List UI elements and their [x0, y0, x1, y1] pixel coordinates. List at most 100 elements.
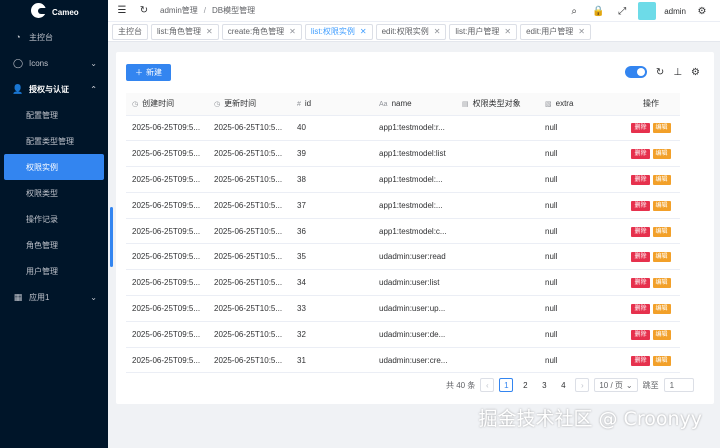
sidebar-item-auth[interactable]: 👤 授权与认证 ⌃	[0, 76, 108, 102]
table-cell: 2025-06-25T09:5...	[126, 115, 208, 142]
sidebar-sub-config-type[interactable]: 配置类型管理	[0, 128, 108, 154]
sidebar-sub-operation-log[interactable]: 操作记录	[0, 206, 108, 232]
username[interactable]: admin	[664, 7, 686, 16]
sidebar-item-app1[interactable]: ▦ 应用1 ⌄	[0, 284, 108, 310]
tab-user-edit[interactable]: edit:用户管理 ✕	[520, 23, 591, 40]
table-cell: 40	[291, 115, 373, 142]
table-row[interactable]: 2025-06-25T09:5... 2025-06-25T10:5... 36 ap…	[126, 218, 680, 245]
app-logo[interactable]: Cameo	[0, 0, 108, 24]
breadcrumb-db-model[interactable]: DB模型管理	[212, 5, 255, 16]
avatar[interactable]	[638, 2, 657, 20]
gear-icon[interactable]: ⚙	[691, 67, 700, 78]
sidebar-sub-permission-instance[interactable]: 权限实例	[4, 154, 104, 180]
edit-button[interactable]: 编辑	[652, 174, 671, 185]
tab-user-list[interactable]: list:用户管理 ✕	[449, 23, 518, 40]
sidebar-item-icons[interactable]: ◯ Icons ⌄	[0, 50, 108, 76]
sidebar-sub-config[interactable]: 配置管理	[0, 102, 108, 128]
edit-button[interactable]: 编辑	[652, 123, 671, 134]
table-cell	[456, 347, 539, 374]
column-header-permission-type[interactable]: ▤ 权限类型对象	[456, 93, 539, 116]
delete-button[interactable]: 删除	[631, 200, 650, 211]
menu-fold-icon[interactable]: ☰	[114, 3, 130, 19]
sidebar-scrollbar[interactable]	[110, 207, 113, 267]
close-icon[interactable]: ✕	[504, 27, 511, 36]
table-row[interactable]: 2025-06-25T09:5... 2025-06-25T10:5... 32 ud…	[126, 321, 680, 348]
table-cell: null	[539, 295, 622, 322]
tab-role-create[interactable]: create:角色管理 ✕	[221, 23, 302, 40]
user-icon: 👤	[12, 83, 24, 94]
table-row[interactable]: 2025-06-25T09:5... 2025-06-25T10:5... 37 ap…	[126, 192, 680, 219]
table-row[interactable]: 2025-06-25T09:5... 2025-06-25T10:5... 35 ud…	[126, 243, 680, 271]
table-row[interactable]: 2025-06-25T09:5... 2025-06-25T10:5... 33 ud…	[126, 295, 680, 322]
delete-button[interactable]: 删除	[631, 278, 650, 289]
prev-page-button[interactable]: ‹	[480, 378, 495, 392]
column-header-extra[interactable]: ▧ extra	[539, 93, 622, 116]
table-row[interactable]: 2025-06-25T09:5... 2025-06-25T10:5... 38 ap…	[126, 166, 680, 193]
delete-button[interactable]: 删除	[631, 355, 650, 366]
delete-button[interactable]: 删除	[631, 149, 650, 160]
column-header-label: name	[391, 99, 412, 109]
table-cell: null	[539, 140, 622, 168]
edit-button[interactable]: 编辑	[652, 329, 671, 340]
close-icon[interactable]: ✕	[578, 27, 585, 36]
table-row[interactable]: 2025-06-25T09:5... 2025-06-25T10:5... 34 ud…	[126, 269, 680, 297]
table-cell: 39	[291, 140, 373, 168]
delete-button[interactable]: 删除	[631, 329, 650, 340]
jump-label: 跳至	[642, 380, 659, 390]
table-row[interactable]: 2025-06-25T09:5... 2025-06-25T10:5... 39 ap…	[126, 140, 680, 168]
page-size-value: 10 / 页	[599, 380, 623, 390]
tab-permission-edit[interactable]: edit:权限实例 ✕	[375, 23, 447, 40]
page-button-2[interactable]: 2	[518, 378, 532, 392]
jump-page-input[interactable]: 1	[663, 378, 694, 392]
tab-dashboard[interactable]: 主控台	[112, 23, 148, 40]
fullscreen-icon[interactable]: ⤢	[614, 3, 630, 19]
table-row[interactable]: 2025-06-25T09:5... 2025-06-25T10:5... 31 ud…	[126, 347, 680, 374]
page-size-select[interactable]: 10 / 页 ⌄	[594, 378, 638, 392]
sidebar-sub-role[interactable]: 角色管理	[0, 232, 108, 258]
tab-role-list[interactable]: list:角色管理 ✕	[151, 23, 219, 40]
delete-button[interactable]: 删除	[631, 174, 650, 185]
edit-button[interactable]: 编辑	[652, 252, 671, 263]
sidebar-sub-user[interactable]: 用户管理	[0, 258, 108, 284]
gear-icon[interactable]: ⚙	[694, 3, 710, 19]
table-row[interactable]: 2025-06-25T09:5... 2025-06-25T10:5... 40 ap…	[126, 115, 680, 142]
column-header-id[interactable]: # id	[291, 93, 373, 116]
edit-button[interactable]: 编辑	[652, 303, 671, 314]
close-icon[interactable]: ✕	[434, 27, 441, 36]
column-height-icon[interactable]: ⊥	[673, 67, 682, 78]
edit-button[interactable]: 编辑	[652, 149, 671, 160]
column-header-created[interactable]: ◷ 创建时间	[126, 93, 208, 116]
table-cell	[456, 269, 539, 297]
delete-button[interactable]: 删除	[631, 303, 650, 314]
edit-button[interactable]: 编辑	[652, 355, 671, 366]
breadcrumb-admin[interactable]: admin管理	[160, 5, 198, 16]
lock-icon[interactable]: 🔒	[590, 3, 606, 19]
edit-button[interactable]: 编辑	[652, 226, 671, 237]
column-header-updated[interactable]: ◷ 更新时间	[208, 93, 291, 116]
search-icon[interactable]: ⌕	[566, 3, 582, 19]
close-icon[interactable]: ✕	[289, 27, 296, 36]
delete-button[interactable]: 删除	[631, 123, 650, 134]
close-icon[interactable]: ✕	[206, 27, 213, 36]
page-button-4[interactable]: 4	[556, 378, 570, 392]
next-page-button[interactable]: ›	[575, 378, 590, 392]
refresh-icon[interactable]: ↻	[656, 67, 664, 78]
sidebar-sub-permission-type[interactable]: 权限类型	[0, 180, 108, 206]
sidebar-item-dashboard[interactable]: ◔ 主控台	[0, 24, 108, 50]
delete-button[interactable]: 删除	[631, 226, 650, 237]
table-cell: 2025-06-25T10:5...	[208, 192, 291, 219]
edit-button[interactable]: 编辑	[652, 200, 671, 211]
toggle-switch[interactable]	[624, 66, 647, 78]
delete-button[interactable]: 删除	[631, 252, 650, 263]
edit-button[interactable]: 编辑	[652, 278, 671, 289]
refresh-icon[interactable]: ↻	[136, 3, 152, 19]
content-card: ＋ 新建 ↻ ⊥ ⚙ ◷ 创建时间 ◷ 更新时间 # id Aa name ▤ 权限类型对…	[116, 52, 714, 404]
table-cell: null	[539, 218, 622, 245]
page-button-1[interactable]: 1	[499, 378, 514, 392]
close-icon[interactable]: ✕	[360, 27, 367, 36]
table-cell: null	[539, 166, 622, 193]
column-header-name[interactable]: Aa name	[373, 93, 456, 116]
new-button[interactable]: ＋ 新建	[126, 64, 171, 81]
page-button-3[interactable]: 3	[537, 378, 551, 392]
tab-permission-list[interactable]: list:权限实例 ✕	[304, 23, 373, 40]
